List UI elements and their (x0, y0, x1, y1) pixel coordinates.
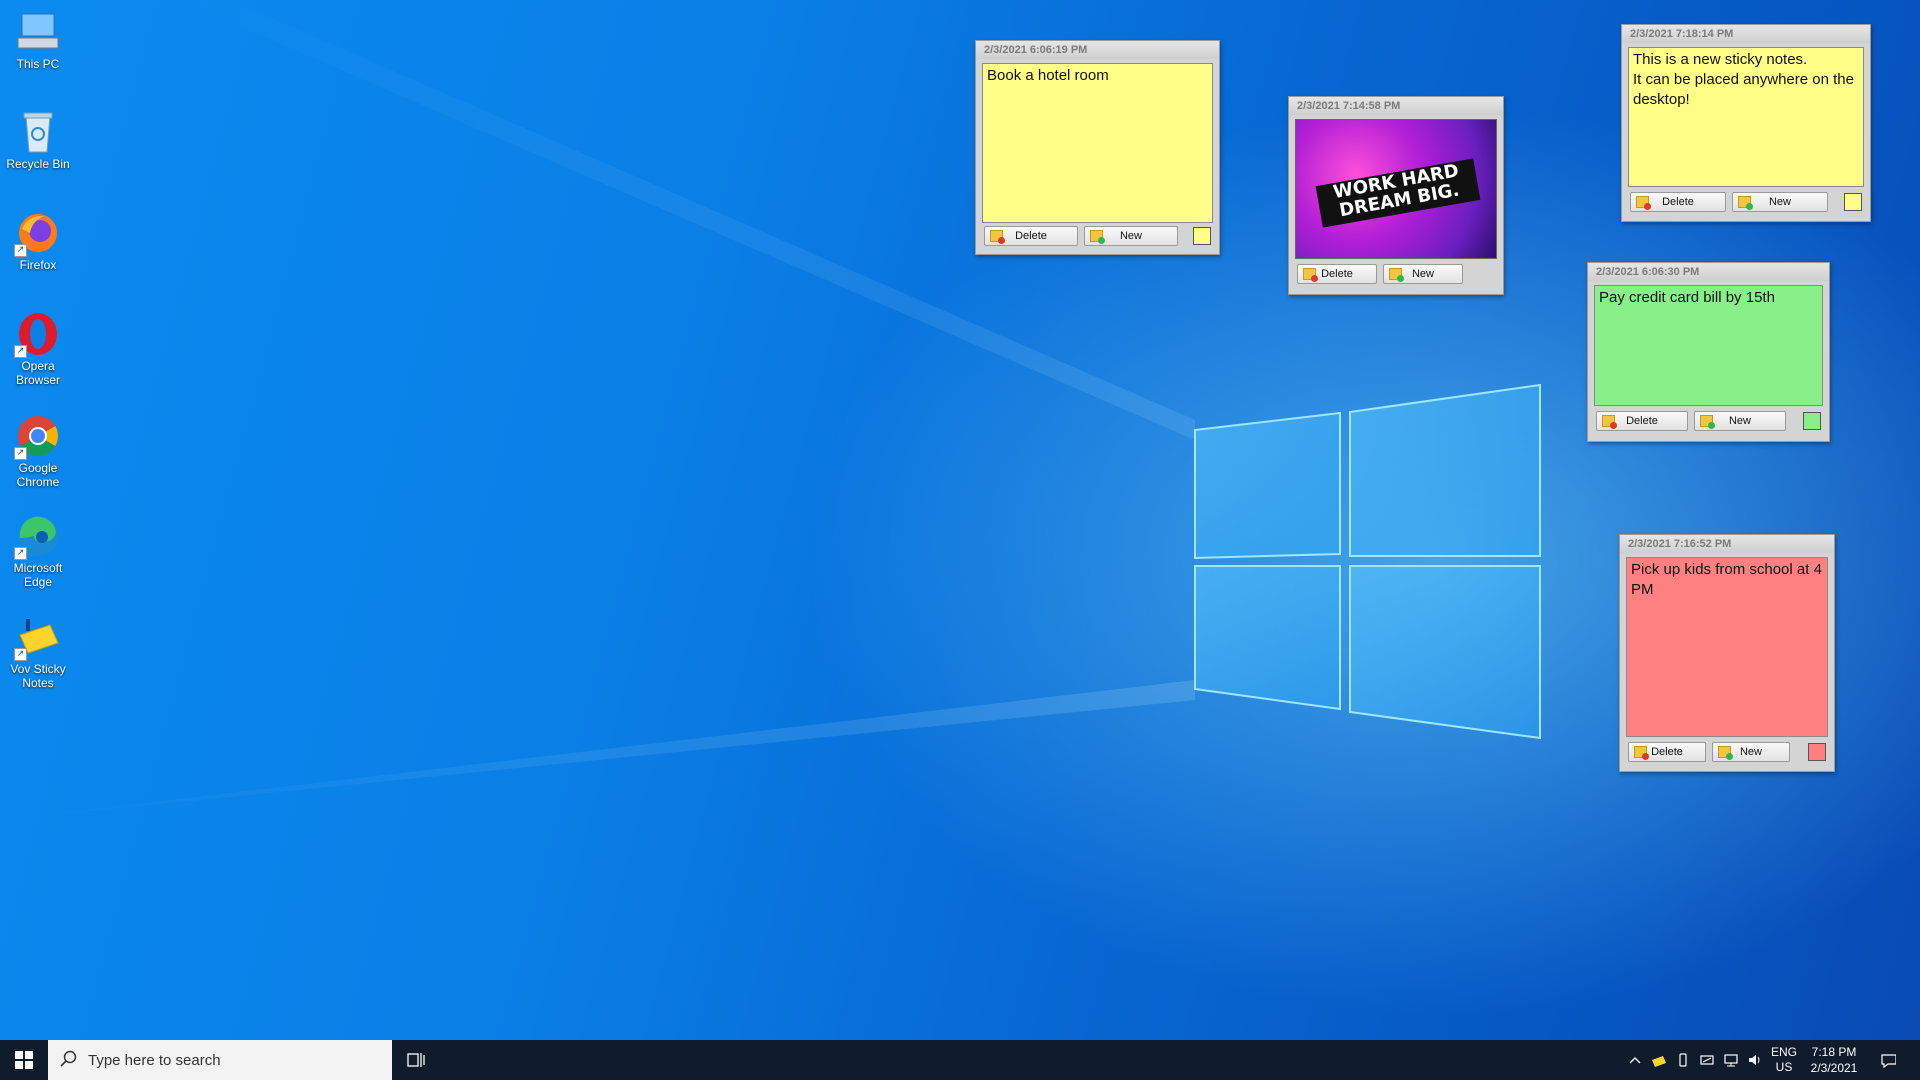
delete-icon (1636, 196, 1651, 210)
note-color-picker[interactable] (1803, 412, 1821, 430)
sticky-note[interactable]: 2/3/2021 6:06:30 PM Pay credit card bill… (1587, 262, 1830, 442)
search-placeholder: Type here to search (88, 1052, 221, 1069)
desktop-icon-vov-sticky-notes[interactable]: ↗ Vov Sticky Notes (2, 613, 74, 690)
sticky-note-image[interactable]: 2/3/2021 7:14:58 PM WORK HARD DREAM BIG.… (1288, 96, 1504, 295)
clock-date: 2/3/2021 (1810, 1061, 1858, 1075)
note-text-area[interactable]: Book a hotel room (982, 63, 1213, 223)
note-text-area[interactable]: Pick up kids from school at 4 PM (1626, 557, 1828, 737)
desktop-icon-chrome[interactable]: ↗ Google Chrome (2, 412, 74, 489)
search-icon (60, 1050, 77, 1067)
delete-icon (1602, 415, 1617, 429)
language-code: ENG (1770, 1045, 1797, 1059)
clock[interactable]: 7:18 PM 2/3/2021 (1806, 1040, 1862, 1080)
desktop-icon-edge[interactable]: ↗ Microsoft Edge (2, 512, 74, 589)
vov-sticky-notes-icon: ↗ (14, 613, 62, 661)
note-timestamp[interactable]: 2/3/2021 7:14:58 PM (1289, 97, 1503, 115)
region-code: US (1775, 1060, 1793, 1074)
tray-network-adapter[interactable] (1696, 1040, 1718, 1080)
desktop-icon-label: Vov Sticky Notes (10, 662, 66, 690)
taskbar: Type here to search ENG US 7:18 PM 2/3/2… (0, 1040, 1920, 1080)
action-center-button[interactable] (1870, 1040, 1906, 1080)
new-note-button[interactable]: New (1383, 264, 1463, 284)
desktop-icon-label: Microsoft Edge (13, 561, 63, 589)
new-note-button[interactable]: New (1732, 192, 1828, 212)
note-timestamp[interactable]: 2/3/2021 6:06:19 PM (976, 41, 1219, 59)
task-view-button[interactable] (406, 1051, 426, 1073)
shortcut-arrow-icon: ↗ (14, 447, 27, 460)
shortcut-arrow-icon: ↗ (14, 244, 27, 257)
desktop-icon-label: Google Chrome (16, 461, 60, 489)
new-note-icon (1738, 196, 1753, 210)
new-note-button[interactable]: New (1084, 226, 1178, 246)
show-hidden-icons-button[interactable] (1624, 1040, 1646, 1080)
start-button[interactable] (0, 1040, 48, 1080)
this-pc-icon (14, 8, 62, 56)
taskbar-search-box[interactable]: Type here to search (48, 1040, 392, 1080)
note-timestamp[interactable]: 2/3/2021 7:16:52 PM (1620, 535, 1834, 553)
shortcut-arrow-icon: ↗ (14, 547, 27, 560)
note-timestamp[interactable]: 2/3/2021 6:06:30 PM (1588, 263, 1829, 281)
sticky-note[interactable]: 2/3/2021 7:16:52 PM Pick up kids from sc… (1619, 534, 1835, 772)
note-color-picker[interactable] (1808, 743, 1826, 761)
delete-note-button[interactable]: Delete (1628, 742, 1706, 762)
delete-icon (1303, 268, 1318, 282)
clock-time: 7:18 PM (1811, 1045, 1857, 1059)
notifications-icon (1881, 1054, 1896, 1068)
volume-icon (1749, 1055, 1760, 1065)
tray-network[interactable] (1720, 1040, 1742, 1080)
desktop-icon-label: Firefox (19, 258, 57, 272)
desktop-icon-firefox[interactable]: ↗ Firefox (2, 209, 74, 272)
new-note-button[interactable]: New (1694, 411, 1786, 431)
new-note-icon (1389, 268, 1404, 282)
new-note-icon (1700, 415, 1715, 429)
task-view-icon (407, 1053, 425, 1067)
shortcut-arrow-icon: ↗ (14, 648, 27, 661)
sticky-note[interactable]: 2/3/2021 7:18:14 PM This is a new sticky… (1621, 24, 1871, 222)
vov-sticky-notes-tray-icon (1652, 1056, 1666, 1067)
note-color-picker[interactable] (1193, 227, 1211, 245)
note-color-picker[interactable] (1844, 193, 1862, 211)
chevron-up-icon (1629, 1057, 1641, 1064)
new-note-button[interactable]: New (1712, 742, 1790, 762)
note-text-area[interactable]: This is a new sticky notes. It can be pl… (1628, 47, 1864, 187)
delete-note-button[interactable]: Delete (1596, 411, 1688, 431)
tray-usb[interactable] (1672, 1040, 1694, 1080)
opera-icon: ↗ (14, 310, 62, 358)
sticky-note[interactable]: 2/3/2021 6:06:19 PM Book a hotel room De… (975, 40, 1220, 255)
desktop-icon-label: This PC (16, 57, 60, 71)
delete-note-button[interactable]: Delete (984, 226, 1078, 246)
tray-sticky-notes[interactable] (1648, 1040, 1670, 1080)
network-adapter-icon (1700, 1055, 1714, 1065)
note-text-area[interactable]: Pay credit card bill by 15th (1594, 285, 1823, 406)
desktop-icon-recycle-bin[interactable]: Recycle Bin (2, 108, 74, 171)
chrome-icon: ↗ (14, 412, 62, 460)
note-timestamp[interactable]: 2/3/2021 7:18:14 PM (1622, 25, 1870, 43)
delete-icon (990, 230, 1005, 244)
usb-icon (1679, 1053, 1687, 1067)
firefox-icon: ↗ (14, 209, 62, 257)
note-image: WORK HARD DREAM BIG. (1295, 119, 1497, 259)
tray-volume[interactable] (1744, 1040, 1766, 1080)
desktop-icon-opera[interactable]: ↗ Opera Browser (2, 310, 74, 387)
recycle-bin-icon (14, 108, 62, 156)
delete-note-button[interactable]: Delete (1297, 264, 1377, 284)
delete-note-button[interactable]: Delete (1630, 192, 1726, 212)
new-note-icon (1090, 230, 1105, 244)
language-indicator[interactable]: ENG US (1766, 1040, 1802, 1080)
edge-icon: ↗ (14, 512, 62, 560)
network-icon (1724, 1054, 1738, 1067)
shortcut-arrow-icon: ↗ (14, 345, 27, 358)
desktop-icon-label: Recycle Bin (6, 157, 70, 171)
image-caption: WORK HARD DREAM BIG. (1315, 158, 1481, 228)
desktop-icon-this-pc[interactable]: This PC (2, 8, 74, 71)
desktop-icon-label: Opera Browser (15, 359, 60, 387)
new-note-icon (1718, 746, 1733, 760)
delete-icon (1634, 746, 1649, 760)
windows-start-icon (15, 1051, 33, 1069)
